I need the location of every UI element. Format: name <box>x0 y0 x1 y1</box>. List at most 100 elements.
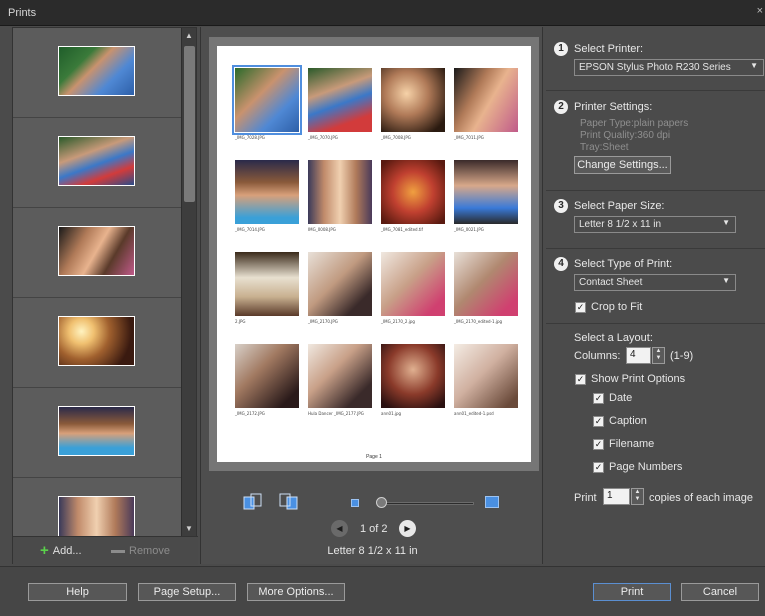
thumbnail-image <box>58 496 135 536</box>
filename-label: Filename <box>609 438 655 450</box>
photo-caption: _IMG_7011.JPG <box>454 135 484 140</box>
zoom-controls <box>201 493 544 513</box>
page-numbers-label: Page Numbers <box>609 461 683 473</box>
add-button[interactable]: + Add... <box>40 543 82 558</box>
contact-sheet-photo[interactable] <box>381 252 445 316</box>
photo-caption: _IMG_2170_edited-1.jpg <box>454 319 503 324</box>
change-settings-button[interactable]: Change Settings... <box>574 156 671 174</box>
thumbnail-item[interactable] <box>13 208 181 298</box>
thumbnail-item[interactable] <box>13 28 181 118</box>
remove-button[interactable]: Remove <box>111 545 170 557</box>
contact-sheet-photo[interactable] <box>308 344 372 408</box>
scroll-thumb[interactable] <box>184 46 195 202</box>
columns-stepper[interactable]: ▲ ▼ <box>652 347 665 364</box>
page-number-footer: Page 1 <box>366 454 382 460</box>
print-button[interactable]: Print <box>593 583 671 601</box>
zoom-in-icon[interactable] <box>485 496 499 508</box>
contact-sheet-photo[interactable] <box>454 160 518 224</box>
photo-caption: _IMG_2170_2.jpg <box>381 319 415 324</box>
thumbnail-item[interactable] <box>13 118 181 208</box>
crop-to-fit-checkbox[interactable]: ✓ Crop to Fit <box>575 301 642 313</box>
contact-sheet-photo[interactable] <box>381 344 445 408</box>
photo-caption: _IMG_0021.JPG <box>454 227 484 232</box>
contact-sheet-photo[interactable] <box>235 160 299 224</box>
contact-sheet-photo[interactable] <box>235 344 299 408</box>
cancel-button[interactable]: Cancel <box>681 583 759 601</box>
photo-caption: _IMG_2172.JPG <box>235 411 265 416</box>
zoom-slider-track[interactable] <box>379 502 474 505</box>
thumbnail-image <box>58 136 135 186</box>
checkmark-icon: ✓ <box>575 301 586 313</box>
contact-sheet-photo[interactable] <box>454 344 518 408</box>
contact-sheet-photo[interactable] <box>308 252 372 316</box>
contact-sheet-photo[interactable] <box>308 160 372 224</box>
thumbnail-item[interactable] <box>13 478 181 536</box>
checkmark-icon: ✓ <box>593 392 604 404</box>
contact-sheet-photo[interactable] <box>308 68 372 132</box>
caption-checkbox[interactable]: ✓ Caption <box>593 415 647 427</box>
thumbnail-image <box>58 406 135 456</box>
rotate-right-icon[interactable] <box>279 493 299 511</box>
photo-caption: _IMG_7081_edited.tif <box>381 227 423 232</box>
photo-caption: 2.JPG <box>235 319 246 324</box>
paper-size-value: Letter 8 1/2 x 11 in <box>579 219 662 230</box>
thumbnail-scrollbar[interactable]: ▲ ▼ <box>181 28 196 536</box>
contact-sheet-photo[interactable] <box>454 68 518 132</box>
chevron-down-icon: ▼ <box>722 218 730 227</box>
zoom-out-icon[interactable] <box>351 499 359 507</box>
date-checkbox[interactable]: ✓ Date <box>593 392 632 404</box>
printer-dropdown[interactable]: EPSON Stylus Photo R230 Series ▼ <box>574 59 764 76</box>
crop-to-fit-label: Crop to Fit <box>591 301 643 313</box>
columns-input[interactable]: 4 <box>626 347 651 364</box>
print-copies-label: Print <box>574 492 597 504</box>
print-type-dropdown[interactable]: Contact Sheet ▼ <box>574 274 736 291</box>
contact-sheet-photo[interactable] <box>454 252 518 316</box>
print-type-section: 4 Select Type of Print: Contact Sheet ▼ … <box>546 249 765 324</box>
page-numbers-checkbox[interactable]: ✓ Page Numbers <box>593 461 682 473</box>
printer-settings-section: 2 Printer Settings: Paper Type:plain pap… <box>546 91 765 191</box>
photo-caption: _IMG_7008.JPG <box>381 135 411 140</box>
preview-area: _IMG_7028.JPG _IMG_7070.JPG _IMG_7008.JPG _… <box>200 27 543 564</box>
print-type-label: Select Type of Print: <box>574 258 673 270</box>
photo-caption: ann01_edited-1.psd <box>454 411 494 416</box>
checkmark-icon: ✓ <box>593 438 604 450</box>
previous-page-button[interactable]: ◀ <box>331 520 348 537</box>
print-quality-text: Print Quality:360 dpi <box>580 130 671 141</box>
contact-sheet-photo[interactable] <box>235 252 299 316</box>
scroll-down-icon[interactable]: ▼ <box>185 524 193 533</box>
copies-stepper[interactable]: ▲ ▼ <box>631 488 644 505</box>
page-setup-button[interactable]: Page Setup... <box>138 583 236 601</box>
rotate-left-icon[interactable] <box>243 493 263 511</box>
show-print-options-checkbox[interactable]: ✓ Show Print Options <box>575 373 685 385</box>
title-bar: Prints × <box>0 0 765 26</box>
photo-caption: Hula Dancer _IMG_2177.JPG <box>308 411 364 416</box>
contact-sheet-photo[interactable] <box>381 160 445 224</box>
contact-sheet-photo[interactable] <box>232 65 302 135</box>
step-3-badge: 3 <box>554 199 568 213</box>
layout-title: Select a Layout: <box>574 332 653 344</box>
date-label: Date <box>609 392 633 404</box>
step-1-badge: 1 <box>554 42 568 56</box>
filename-checkbox[interactable]: ✓ Filename <box>593 438 654 450</box>
paper-size-dropdown[interactable]: Letter 8 1/2 x 11 in ▼ <box>574 216 736 233</box>
thumbnail-image <box>58 46 135 96</box>
scroll-up-icon[interactable]: ▲ <box>185 31 193 40</box>
zoom-slider-handle[interactable] <box>376 497 387 508</box>
chevron-down-icon: ▼ <box>722 276 730 285</box>
thumbnail-item[interactable] <box>13 298 181 388</box>
photo-caption: IMG_0008.JPG <box>308 227 336 232</box>
help-button[interactable]: Help <box>28 583 127 601</box>
contact-sheet-photo[interactable] <box>381 68 445 132</box>
paper-size-label: Select Paper Size: <box>574 200 665 212</box>
thumbnail-item[interactable] <box>13 388 181 478</box>
next-page-button[interactable]: ▶ <box>399 520 416 537</box>
paper-size-label: Letter 8 1/2 x 11 in <box>327 545 418 557</box>
close-icon[interactable]: × <box>757 5 763 17</box>
paper-type-text: Paper Type:plain papers <box>580 118 689 129</box>
copies-suffix: copies of each image <box>649 492 753 504</box>
more-options-button[interactable]: More Options... <box>247 583 345 601</box>
thumbnail-panel: ▲ ▼ + Add... Remove <box>12 27 198 565</box>
copies-input[interactable]: 1 <box>603 488 630 505</box>
thumbnail-list <box>13 28 181 536</box>
paper-size-section: 3 Select Paper Size: Letter 8 1/2 x 11 i… <box>546 191 765 249</box>
